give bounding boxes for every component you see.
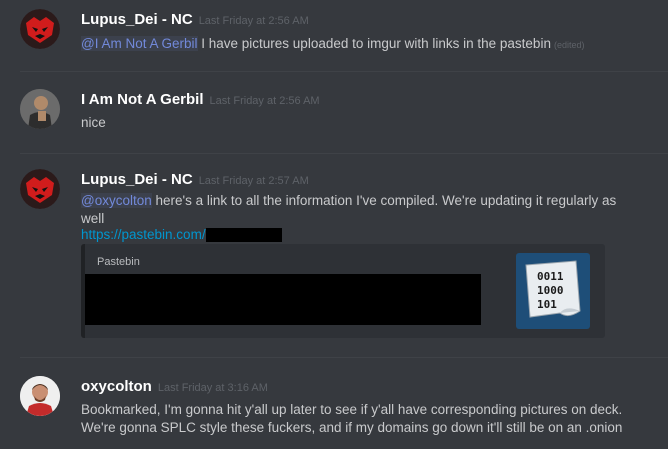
timestamp: Last Friday at 2:57 AM	[198, 175, 309, 187]
embed-redaction-box	[85, 274, 481, 325]
message-link-row: https://pastebin.com/	[81, 226, 650, 244]
message-body-line-1: Bookmarked, I'm gonna hit y'all up later…	[81, 402, 623, 417]
avatar-oxycolton[interactable]	[20, 376, 60, 416]
embed-provider[interactable]: Pastebin	[97, 256, 140, 268]
message-header: I Am Not A Gerbil Last Friday at 2:56 AM	[81, 91, 320, 109]
message-divider	[20, 71, 668, 72]
timestamp: Last Friday at 2:56 AM	[209, 95, 320, 107]
timestamp: Last Friday at 2:56 AM	[198, 15, 309, 27]
username[interactable]: Lupus_Dei - NC	[81, 11, 193, 28]
embed-thumbnail[interactable]: 0011 1000 101	[516, 253, 590, 329]
thumb-line-1: 0011	[537, 270, 564, 283]
avatar-gerbil[interactable]	[20, 89, 60, 129]
username[interactable]: oxycolton	[81, 378, 152, 395]
user-mention[interactable]: @oxycolton	[81, 193, 152, 208]
message-divider	[20, 357, 668, 358]
pastebin-link[interactable]: https://pastebin.com/	[81, 227, 206, 242]
message-header: Lupus_Dei - NC Last Friday at 2:56 AM	[81, 11, 309, 29]
thumb-line-2: 1000	[537, 284, 564, 297]
person-avatar-icon	[20, 89, 60, 129]
message-body: nice	[81, 115, 106, 130]
edited-label: (edited)	[553, 40, 585, 50]
message-body: I have pictures uploaded to imgur with l…	[197, 36, 551, 51]
message-body-line-1: here's a link to all the information I'v…	[151, 193, 617, 208]
message-header: oxycolton Last Friday at 3:16 AM	[81, 378, 268, 396]
message-text: @I Am Not A Gerbil I have pictures uploa…	[81, 35, 650, 54]
link-embed[interactable]: Pastebin 0011 1000 101	[81, 244, 605, 338]
avatar-lupus-dei[interactable]	[20, 9, 60, 49]
binary-document-icon: 0011 1000 101	[525, 260, 581, 318]
redaction-box	[205, 228, 282, 243]
user-mention[interactable]: @I Am Not A Gerbil	[81, 36, 198, 51]
avatar-lupus-dei[interactable]	[20, 169, 60, 209]
message-divider	[20, 153, 668, 154]
person-avatar-icon	[20, 376, 60, 416]
wolf-avatar-icon	[20, 9, 60, 49]
message-header: Lupus_Dei - NC Last Friday at 2:57 AM	[81, 171, 309, 189]
username[interactable]: I Am Not A Gerbil	[81, 91, 204, 108]
wolf-avatar-icon	[20, 169, 60, 209]
thumb-line-3: 101	[537, 298, 557, 311]
message-body-line-2: We're gonna SPLC style these fuckers, an…	[81, 420, 623, 435]
timestamp: Last Friday at 3:16 AM	[157, 382, 268, 394]
message-text: @oxycolton here's a link to all the info…	[81, 192, 650, 210]
username[interactable]: Lupus_Dei - NC	[81, 171, 193, 188]
